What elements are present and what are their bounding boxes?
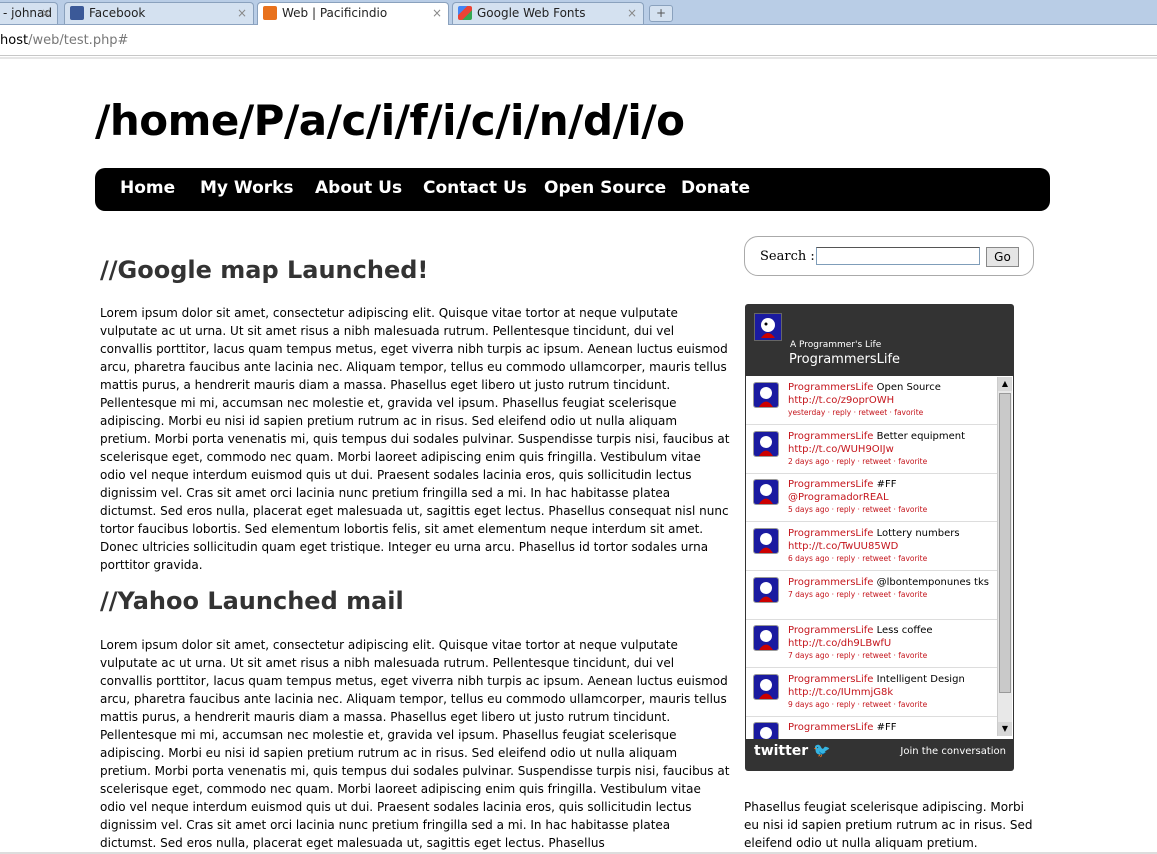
avatar[interactable] [753,382,779,408]
avatar[interactable] [753,625,779,651]
tweet-meta[interactable]: 6 days ago · reply · retweet · favorite [788,554,927,563]
twitter-widget: A Programmer's Life ProgrammersLife Prog… [745,304,1014,771]
post-body: Lorem ipsum dolor sit amet, consectetur … [100,638,730,850]
nav-my-works[interactable]: My Works [200,178,294,198]
tweet-user[interactable]: ProgrammersLife [788,382,873,393]
tweet-text: #FF [873,722,897,733]
nav-about-us[interactable]: About Us [315,178,402,198]
address-bar[interactable]: host/web/test.php# [0,25,1157,56]
tweet-item: ProgrammersLife Open Source http://t.co/z… [746,376,998,425]
tweet-link[interactable]: http://t.co/TwUU85WD [788,540,998,553]
tweet-link[interactable]: @ProgramadorREAL [788,491,998,504]
tweet-item: ProgrammersLife #FF [746,716,998,739]
tweet-list[interactable]: ProgrammersLife Open Source http://t.co/z… [746,376,1013,739]
bird-icon: 🐦 [813,743,831,759]
browser-tab-bar: - johnad × Facebook × Web | Pacificindio… [0,0,1157,25]
tweet-text: Lottery numbers [873,528,960,539]
tweet-text: Less coffee [873,625,933,636]
sidebar-text: Phasellus feugiat scelerisque adipiscing… [744,800,1033,850]
post-body: Lorem ipsum dolor sit amet, consectetur … [100,306,730,572]
search-go-button[interactable]: Go [986,247,1019,267]
avatar[interactable] [753,479,779,505]
widget-subtitle: A Programmer's Life [790,340,882,350]
widget-account-name[interactable]: ProgrammersLife [789,352,900,367]
nav-donate[interactable]: Donate [681,178,750,198]
scroll-down-arrow-icon[interactable]: ▼ [998,722,1012,736]
tab-label: Facebook [89,6,146,20]
profile-avatar[interactable] [754,313,782,341]
tweet-item: ProgrammersLife @lbontemponunes tks 7 da… [746,571,998,620]
facebook-icon [70,6,84,20]
post-title[interactable]: //Google map Launched! [100,256,428,284]
site-favicon-icon [263,6,277,20]
tweet-link[interactable]: http://t.co/IUmmjG8k [788,686,998,699]
tweet-link[interactable]: http://t.co/WUH9OIJw [788,443,998,456]
tweet-user[interactable]: ProgrammersLife [788,577,873,588]
tweet-item: ProgrammersLife Less coffee http://t.co/d… [746,619,998,668]
tab-facebook[interactable]: Facebook × [64,2,254,24]
search-label: Search : [760,249,815,264]
tweet-item: ProgrammersLife Intelligent Design http:/… [746,668,998,717]
tweet-item: ProgrammersLife Better equipment http://t… [746,425,998,474]
tweet-meta[interactable]: 9 days ago · reply · retweet · favorite [788,700,927,709]
search-form: Search : Go [744,236,1034,276]
close-icon[interactable]: × [41,3,51,23]
tab-johnad[interactable]: - johnad × [0,2,58,24]
tweet-meta[interactable]: 7 days ago · reply · retweet · favorite [788,590,927,599]
post-title[interactable]: //Yahoo Launched mail [100,587,404,615]
avatar[interactable] [753,577,779,603]
avatar[interactable] [753,674,779,700]
nav-contact-us[interactable]: Contact Us [423,178,527,198]
tweet-meta[interactable]: 2 days ago · reply · retweet · favorite [788,457,927,466]
toolbar-divider [0,57,1157,59]
tweet-text: Open Source [873,382,941,393]
tweet-user[interactable]: ProgrammersLife [788,479,873,490]
tweet-meta[interactable]: yesterday · reply · retweet · favorite [788,408,923,417]
tweet-meta[interactable]: 7 days ago · reply · retweet · favorite [788,651,927,660]
tweet-link[interactable]: http://t.co/dh9LBwfU [788,637,998,650]
tweet-user[interactable]: ProgrammersLife [788,625,873,636]
tweet-link[interactable]: http://t.co/z9oprOWH [788,394,998,407]
tweet-text: #FF [873,479,897,490]
tweet-user[interactable]: ProgrammersLife [788,674,873,685]
tab-pacificindio[interactable]: Web | Pacificindio × [257,2,449,25]
site-title: /home/P/a/c/i/f/i/c/i/n/d/i/o [95,96,685,145]
tweet-text: @lbontemponunes tks [873,577,989,588]
twitter-logo[interactable]: twitter 🐦 [754,743,831,759]
scroll-thumb[interactable] [999,393,1011,693]
close-icon[interactable]: × [432,3,442,23]
tweet-item: ProgrammersLife Lottery numbers http://t.… [746,522,998,571]
avatar[interactable] [753,722,779,739]
tab-google-web-fonts[interactable]: Google Web Fonts × [452,2,644,24]
tab-label: Web | Pacificindio [282,6,388,20]
main-nav: Home My Works About Us Contact Us Open S… [95,168,1050,211]
google-icon [458,6,472,20]
tweet-meta[interactable]: 5 days ago · reply · retweet · favorite [788,505,927,514]
url-text[interactable]: host/web/test.php# [0,33,128,48]
avatar[interactable] [753,431,779,457]
tweet-user[interactable]: ProgrammersLife [788,722,873,733]
tweet-text: Better equipment [873,431,966,442]
tweet-scrollbar[interactable]: ▲ ▼ [997,377,1012,736]
search-input[interactable] [816,247,980,265]
close-icon[interactable]: × [237,3,247,23]
tweet-user[interactable]: ProgrammersLife [788,431,873,442]
new-tab-button[interactable]: + [649,5,673,22]
close-icon[interactable]: × [627,3,637,23]
tab-label: Google Web Fonts [477,6,586,20]
tweet-user[interactable]: ProgrammersLife [788,528,873,539]
tweet-text: Intelligent Design [873,674,965,685]
nav-open-source[interactable]: Open Source [544,178,666,198]
tweet-item: ProgrammersLife #FF @ProgramadorREAL 5 da… [746,473,998,522]
scroll-up-arrow-icon[interactable]: ▲ [998,377,1012,391]
nav-home[interactable]: Home [120,178,175,198]
avatar[interactable] [753,528,779,554]
join-conversation-link[interactable]: Join the conversation [900,746,1006,757]
